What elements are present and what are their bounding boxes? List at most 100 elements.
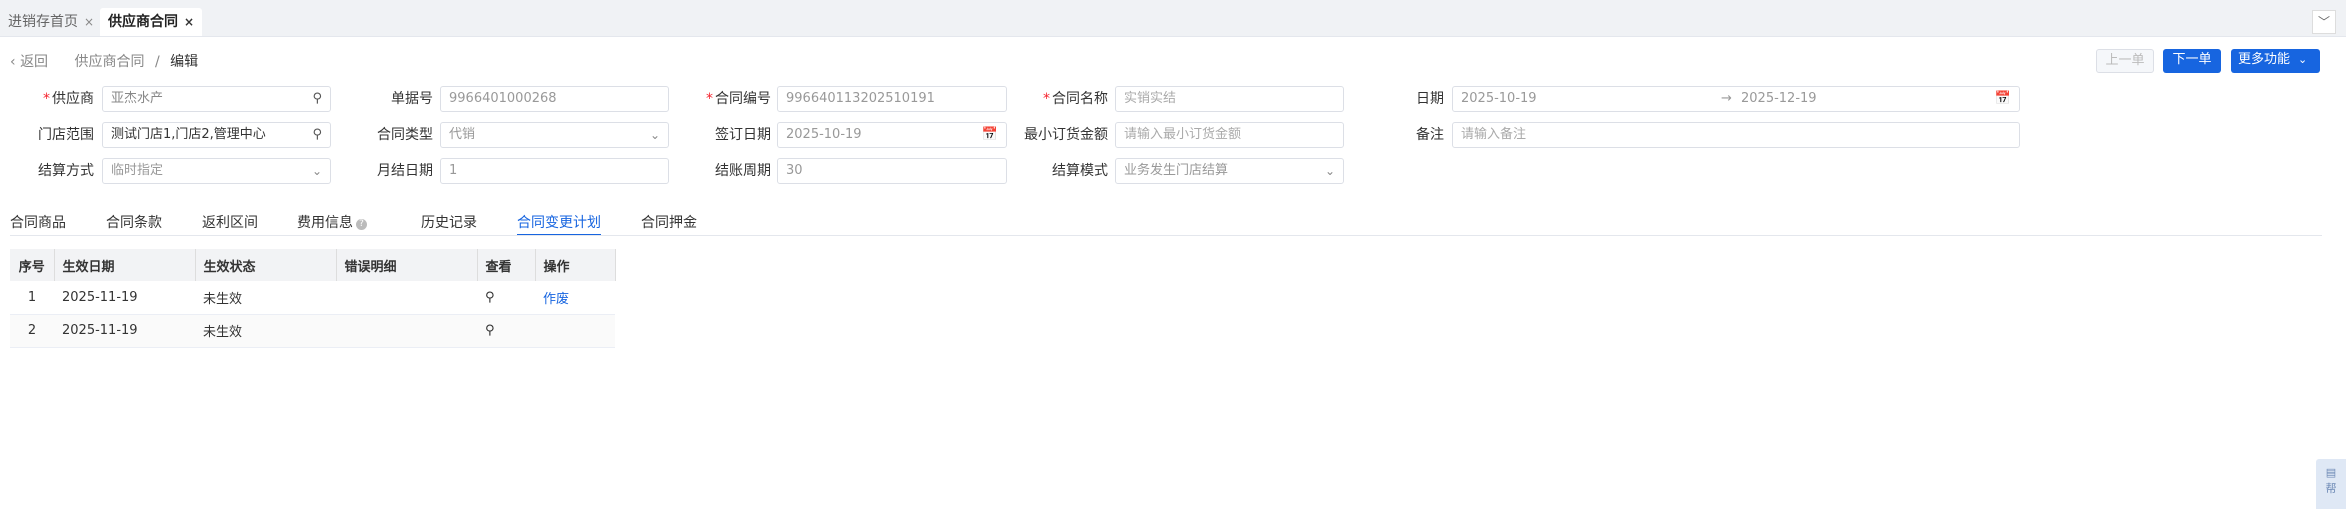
cell-status: 未生效 — [195, 281, 336, 315]
remark-label: 备注 — [1416, 127, 1444, 143]
more-button[interactable]: 更多功能 ⌄ — [2231, 49, 2320, 73]
tab-divider — [10, 235, 2322, 236]
doc-no-label: 单据号 — [391, 91, 433, 107]
tab-supplier-contract[interactable]: 供应商合同 × — [100, 8, 203, 36]
calendar-icon[interactable]: 📅 — [982, 123, 998, 147]
remark-input[interactable]: 请输入备注 — [1452, 122, 2020, 148]
month-settle-day-input[interactable]: 1 — [440, 158, 669, 184]
breadcrumb-separator: / — [154, 54, 160, 70]
date-end: 2025-12-19 — [1741, 91, 1817, 106]
chat-icon: ▤ — [2325, 466, 2337, 479]
store-range-input[interactable]: 测试门店1,门店2,管理中心 ⚲ — [102, 122, 331, 148]
void-link[interactable]: 作废 — [543, 292, 569, 307]
store-range-value: 测试门店1,门店2,管理中心 — [111, 127, 266, 142]
info-icon: ? — [356, 219, 367, 230]
tab-inventory-home[interactable]: 进销存首页 × — [0, 8, 102, 36]
table-row: 1 2025-11-19 未生效 ⚲ 作废 — [10, 281, 615, 315]
contract-name-input[interactable]: 实销实结 — [1115, 86, 1344, 112]
table-row: 2 2025-11-19 未生效 ⚲ — [10, 314, 615, 348]
search-icon[interactable]: ⚲ — [485, 323, 495, 338]
settle-method-label: 结算方式 — [38, 163, 94, 179]
chevron-down-icon: ⌄ — [1324, 164, 1335, 178]
month-settle-day-label: 月结日期 — [377, 163, 433, 179]
search-icon[interactable]: ⚲ — [312, 87, 322, 111]
doc-no-field: 9966401000268 — [440, 86, 669, 112]
cell-action: 作废 — [535, 281, 615, 315]
chevron-left-icon: ‹ — [10, 54, 21, 70]
arrow-right-icon: → — [1721, 91, 1732, 106]
settle-cycle-input[interactable]: 30 — [777, 158, 1007, 184]
view-cell: ⚲ — [477, 314, 535, 348]
cell-no: 2 — [10, 314, 54, 348]
supplier-label: * 供应商 — [43, 91, 94, 107]
cell-status: 未生效 — [195, 314, 336, 348]
back-button[interactable]: ‹ 返回 — [10, 54, 48, 70]
contract-type-value: 代销 — [449, 127, 476, 142]
cell-action — [535, 314, 615, 348]
settle-method-value: 临时指定 — [111, 163, 164, 178]
sign-date-value: 2025-10-19 — [786, 127, 862, 142]
tab-rebate-range[interactable]: 返利区间 — [202, 212, 258, 234]
min-order-input[interactable]: 请输入最小订货金额 — [1115, 122, 1344, 148]
calendar-icon[interactable]: 📅 — [1995, 87, 2011, 111]
sign-date-label: 签订日期 — [715, 127, 771, 143]
settle-mode-label: 结算模式 — [1052, 163, 1108, 179]
tab-bar: 进销存首页 × 供应商合同 × ﹀ — [0, 0, 2346, 37]
help-widget[interactable]: ▤ 帮 — [2316, 459, 2346, 509]
table-header-row: 序号 生效日期 生效状态 错误明细 查看 操作 — [10, 249, 616, 281]
supplier-input[interactable]: 亚杰水产 ⚲ — [102, 86, 331, 112]
cell-date: 2025-11-19 — [54, 314, 195, 348]
min-order-label: 最小订货金额 — [1024, 127, 1108, 143]
contract-name-label: * 合同名称 — [1043, 91, 1108, 107]
contract-no-label: * 合同编号 — [706, 91, 771, 107]
tab-contract-terms[interactable]: 合同条款 — [106, 212, 162, 234]
back-label: 返回 — [20, 54, 49, 70]
date-label: 日期 — [1416, 91, 1444, 107]
settle-cycle-label: 结账周期 — [715, 163, 771, 179]
breadcrumb-current: 编辑 — [170, 54, 199, 70]
change-plan-table: 序号 生效日期 生效状态 错误明细 查看 操作 1 2025-11-19 未生效… — [10, 249, 616, 348]
search-icon[interactable]: ⚲ — [485, 290, 495, 305]
chevron-down-icon: ⌄ — [649, 128, 660, 142]
settle-method-select[interactable]: 临时指定 ⌄ — [102, 158, 331, 184]
help-label: 帮 — [2325, 482, 2337, 495]
tab-label: 供应商合同 — [108, 14, 178, 30]
tab-contract-goods[interactable]: 合同商品 — [10, 212, 66, 234]
breadcrumb: ‹ 返回 供应商合同 / 编辑 — [10, 52, 198, 72]
sign-date-input[interactable]: 2025-10-19 📅 — [777, 122, 1007, 148]
search-icon[interactable]: ⚲ — [312, 123, 322, 147]
col-action: 操作 — [535, 249, 616, 281]
more-label: 更多功能 — [2238, 52, 2291, 67]
settle-mode-value: 业务发生门店结算 — [1124, 163, 1229, 178]
breadcrumb-parent[interactable]: 供应商合同 — [75, 54, 145, 70]
supplier-value: 亚杰水产 — [111, 91, 164, 106]
prev-button[interactable]: 上一单 — [2096, 49, 2154, 73]
col-error-detail: 错误明细 — [336, 249, 478, 281]
settle-mode-select[interactable]: 业务发生门店结算 ⌄ — [1115, 158, 1344, 184]
col-effective-status: 生效状态 — [195, 249, 337, 281]
cell-no: 1 — [10, 281, 54, 315]
view-cell: ⚲ — [477, 281, 535, 315]
col-no: 序号 — [10, 249, 55, 281]
tab-label: 进销存首页 — [8, 14, 78, 30]
cell-error — [336, 314, 477, 348]
date-range-input[interactable]: 2025-10-19 → 2025-12-19 📅 — [1452, 86, 2020, 112]
cell-error — [336, 281, 477, 315]
tab-change-plan[interactable]: 合同变更计划 — [517, 212, 601, 236]
contract-no-field: 99664011320251019​1 — [777, 86, 1007, 112]
tab-deposit[interactable]: 合同押金 — [641, 212, 697, 234]
tab-fee-info[interactable]: 费用信息? — [297, 212, 367, 234]
contract-type-select[interactable]: 代销 ⌄ — [440, 122, 669, 148]
tab-history[interactable]: 历史记录 — [421, 212, 477, 234]
chevron-down-icon: ⌄ — [2298, 53, 2308, 66]
tab-fee-info-label: 费用信息 — [297, 215, 353, 231]
col-view: 查看 — [477, 249, 536, 281]
cell-date: 2025-11-19 — [54, 281, 195, 315]
store-range-label: 门店范围 — [38, 127, 94, 143]
date-start: 2025-10-19 — [1461, 91, 1537, 106]
close-icon[interactable]: × — [84, 15, 94, 29]
close-icon[interactable]: × — [184, 15, 194, 29]
contract-type-label: 合同类型 — [377, 127, 433, 143]
next-button[interactable]: 下一单 — [2163, 49, 2221, 73]
chevron-down-icon[interactable]: ﹀ — [2312, 10, 2336, 34]
